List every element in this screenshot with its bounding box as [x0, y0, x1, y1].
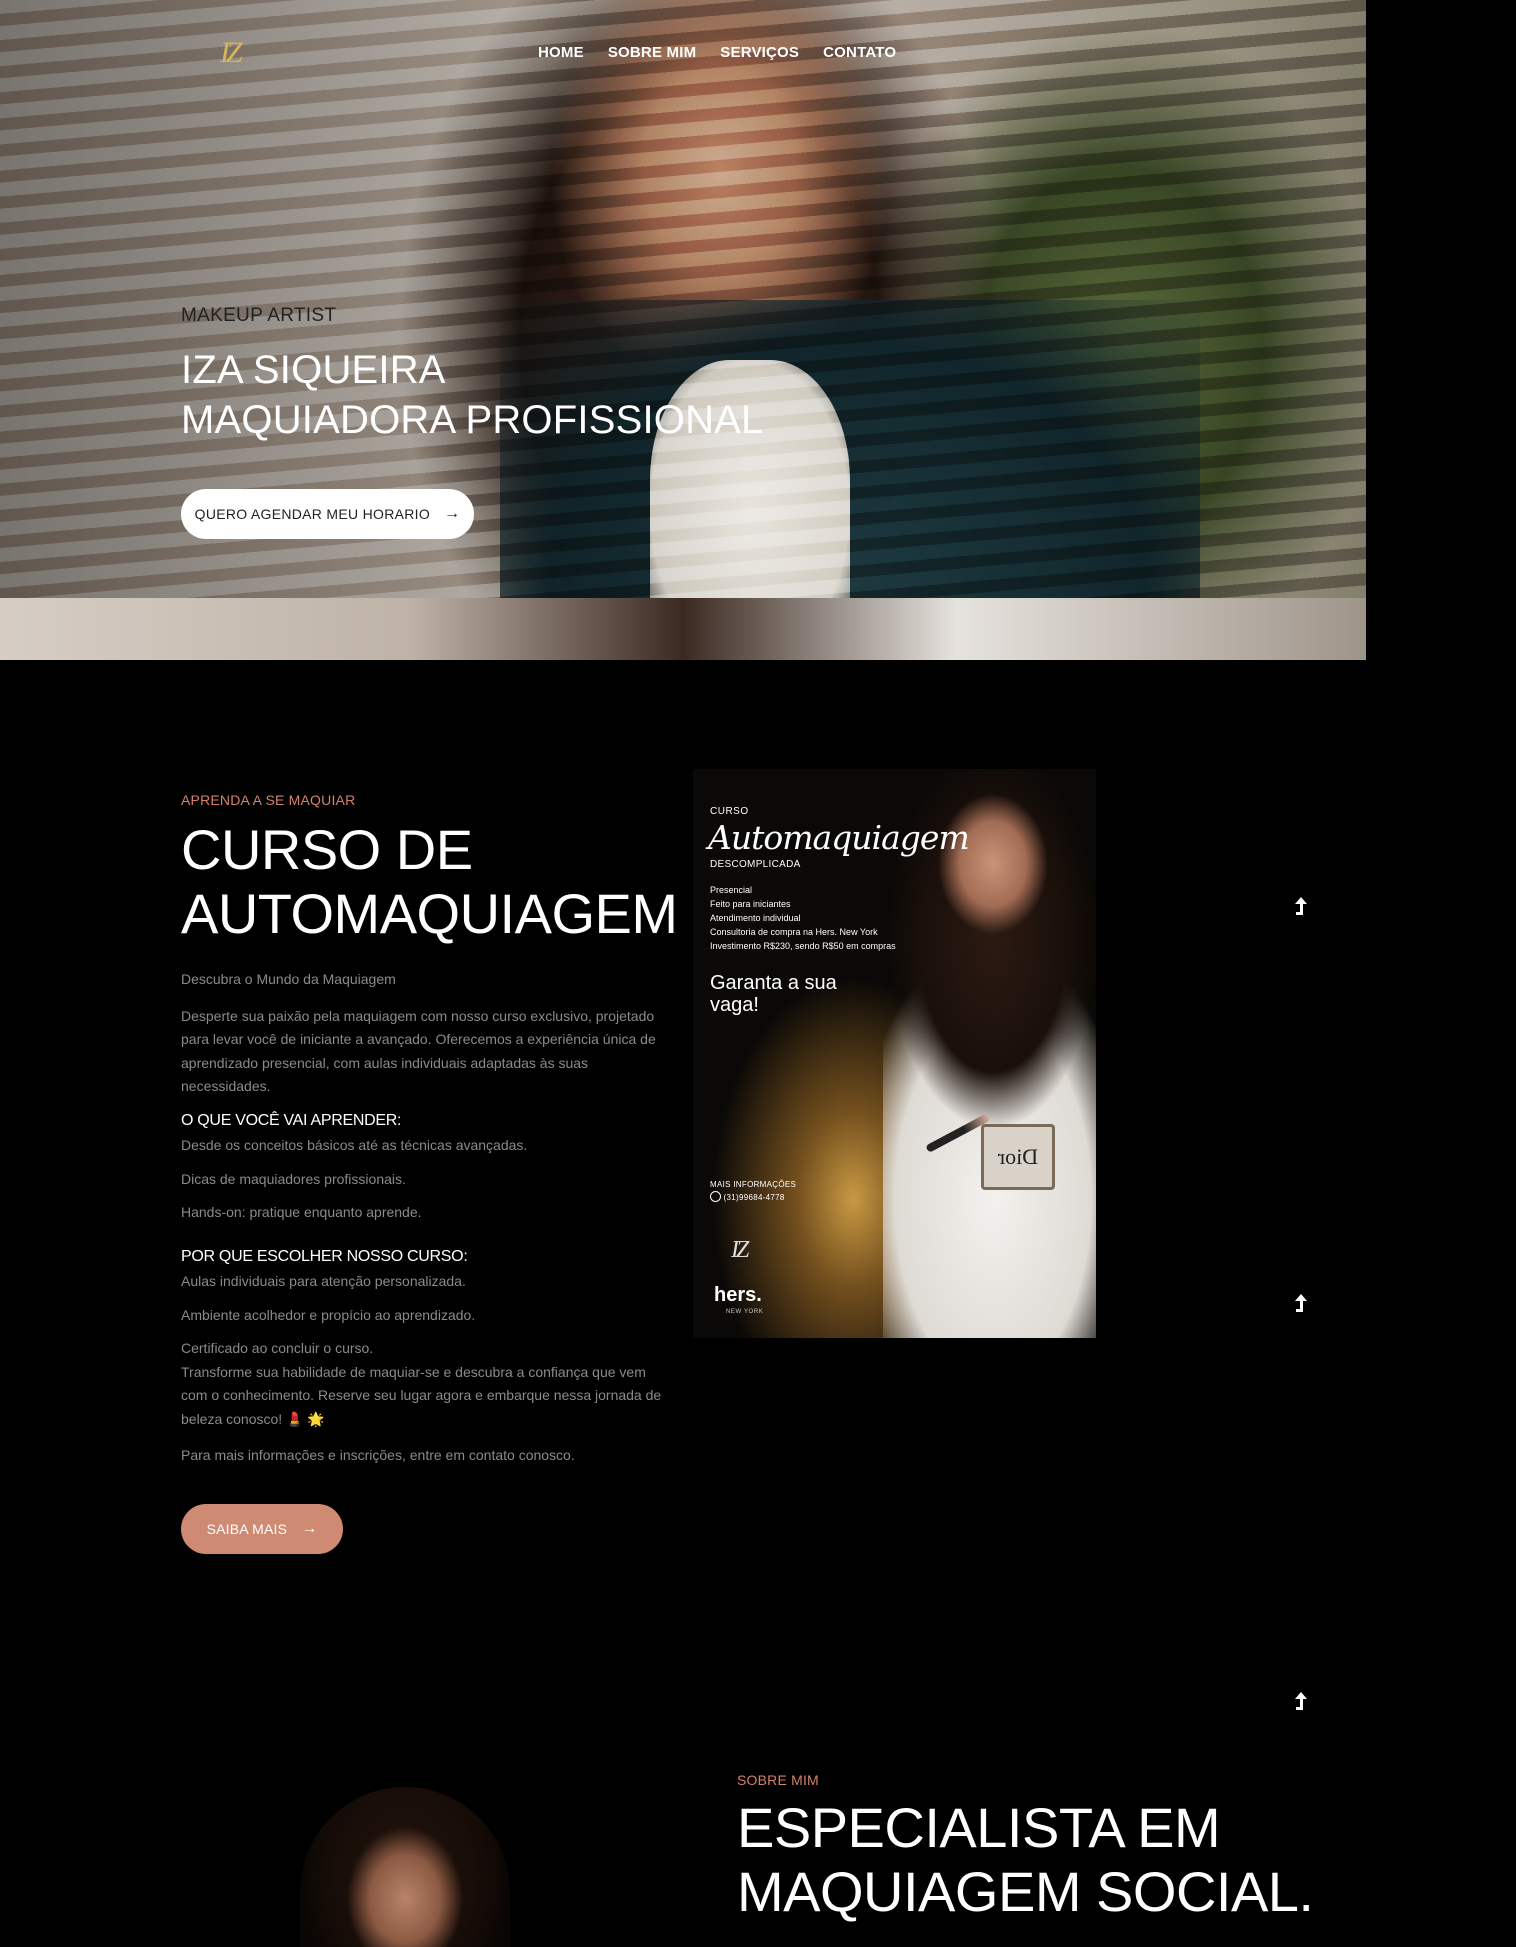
- nav-item-servicos[interactable]: SERVIÇOS: [720, 44, 799, 61]
- poster-contact: MAIS INFORMAÇÕES (31)99684-4778: [710, 1179, 796, 1204]
- course-contact-text: Para mais informações e inscrições, entr…: [181, 1447, 575, 1463]
- hero-title-line1: IZA SIQUEIRA: [181, 348, 446, 392]
- why-item: Certificado ao concluir o curso.: [181, 1340, 374, 1356]
- course-closing-text: Transforme sua habilidade de maquiar-se …: [181, 1363, 662, 1427]
- course-title: CURSO DE AUTOMAQUIAGEM: [181, 818, 678, 946]
- course-title-line1: CURSO DE: [181, 818, 473, 881]
- course-description: Descubra o Mundo da Maquiagem Desperte s…: [181, 968, 671, 1481]
- book-appointment-label: QUERO AGENDAR MEU HORARIO: [194, 506, 431, 522]
- poster-compact: Dior: [981, 1124, 1055, 1190]
- poster-script-title: Automaquiagem: [708, 818, 970, 857]
- poster-phone: (31)99684-4778: [723, 1193, 785, 1202]
- about-title-line2: MAQUIAGEM SOCIAL.: [737, 1860, 1314, 1923]
- poster-brand: hers.: [714, 1284, 762, 1306]
- poster-feature: Presencial: [710, 885, 753, 895]
- poster-logo: IZ: [731, 1237, 749, 1263]
- poster-compact-text: Dior: [997, 1144, 1039, 1169]
- poster-phone-row: (31)99684-4778: [710, 1191, 796, 1204]
- saiba-mais-label: SAIBA MAIS: [206, 1521, 288, 1537]
- course-title-line2: AUTOMAQUIAGEM: [181, 882, 678, 945]
- arrow-right-icon: →: [301, 1520, 318, 1537]
- hero-title-line2: MAQUIADORA PROFISSIONAL: [181, 398, 764, 442]
- nav-item-home[interactable]: HOME: [538, 44, 584, 61]
- poster-feature: Feito para iniciantes: [710, 899, 791, 909]
- hero-section: IZ HOME SOBRE MIM SERVIÇOS CONTATO MAKEU…: [0, 0, 1366, 660]
- why-item: Aulas individuais para atenção personali…: [181, 1273, 466, 1289]
- site-logo[interactable]: IZ: [220, 36, 243, 70]
- about-title: ESPECIALISTA EM MAQUIAGEM SOCIAL.: [737, 1796, 1314, 1924]
- whatsapp-icon: [710, 1191, 721, 1202]
- nav-item-contato[interactable]: CONTATO: [823, 44, 896, 61]
- poster-garanta-line2: vaga!: [710, 994, 759, 1016]
- hero-kicker: MAKEUP ARTIST: [181, 305, 337, 326]
- course-kicker: APRENDA A SE MAQUIAR: [181, 792, 356, 808]
- course-intro-text: Desperte sua paixão pela maquiagem com n…: [181, 1007, 656, 1095]
- learn-item: Dicas de maquiadores profissionais.: [181, 1170, 406, 1187]
- poster-feature: Atendimento individual: [710, 913, 801, 923]
- hero-overlay: [0, 0, 1366, 660]
- learn-heading: O QUE VOCÊ VAI APRENDER:: [181, 1111, 402, 1129]
- main-nav: HOME SOBRE MIM SERVIÇOS CONTATO: [538, 44, 896, 61]
- scroll-up-icon[interactable]: [1292, 1690, 1310, 1714]
- hero-photo-strip: [0, 598, 1366, 660]
- learn-item: Desde os conceitos básicos até as técnic…: [181, 1137, 528, 1153]
- why-item: Ambiente acolhedor e propício ao aprendi…: [181, 1306, 476, 1323]
- about-title-line1: ESPECIALISTA EM: [737, 1796, 1221, 1859]
- poster-garanta: Garanta a sua vaga!: [710, 972, 837, 1016]
- course-intro-heading: Descubra o Mundo da Maquiagem: [181, 971, 396, 987]
- about-kicker: SOBRE MIM: [737, 1772, 819, 1788]
- poster-brand-sub: NEW YORK: [726, 1309, 764, 1315]
- about-photo: [300, 1787, 510, 1947]
- poster-curso: CURSO: [710, 806, 749, 817]
- course-poster-image: Dior CURSO Automaquiagem DESCOMPLICADA P…: [693, 769, 1096, 1338]
- poster-garanta-line1: Garanta a sua: [710, 972, 837, 994]
- poster-feature-list: Presencial Feito para iniciantes Atendim…: [710, 883, 896, 953]
- arrow-right-icon: →: [444, 505, 461, 522]
- poster-subtitle: DESCOMPLICADA: [710, 859, 801, 870]
- poster-info-label: MAIS INFORMAÇÕES: [710, 1180, 797, 1189]
- poster-feature: Consultoria de compra na Hers. New York: [710, 927, 878, 937]
- learn-item: Hands-on: pratique enquanto aprende.: [181, 1204, 422, 1220]
- hero-title: IZA SIQUEIRA MAQUIADORA PROFISSIONAL: [181, 345, 764, 445]
- scroll-up-icon[interactable]: [1292, 1292, 1310, 1316]
- scroll-up-icon[interactable]: [1292, 895, 1310, 919]
- nav-item-sobre-mim[interactable]: SOBRE MIM: [608, 44, 696, 61]
- why-heading: POR QUE ESCOLHER NOSSO CURSO:: [181, 1247, 468, 1265]
- saiba-mais-button[interactable]: SAIBA MAIS →: [181, 1504, 343, 1554]
- hero-side-gutter: [1366, 0, 1516, 660]
- book-appointment-button[interactable]: QUERO AGENDAR MEU HORARIO →: [181, 489, 474, 539]
- poster-feature: Investimento R$230, sendo R$50 em compra…: [710, 941, 896, 951]
